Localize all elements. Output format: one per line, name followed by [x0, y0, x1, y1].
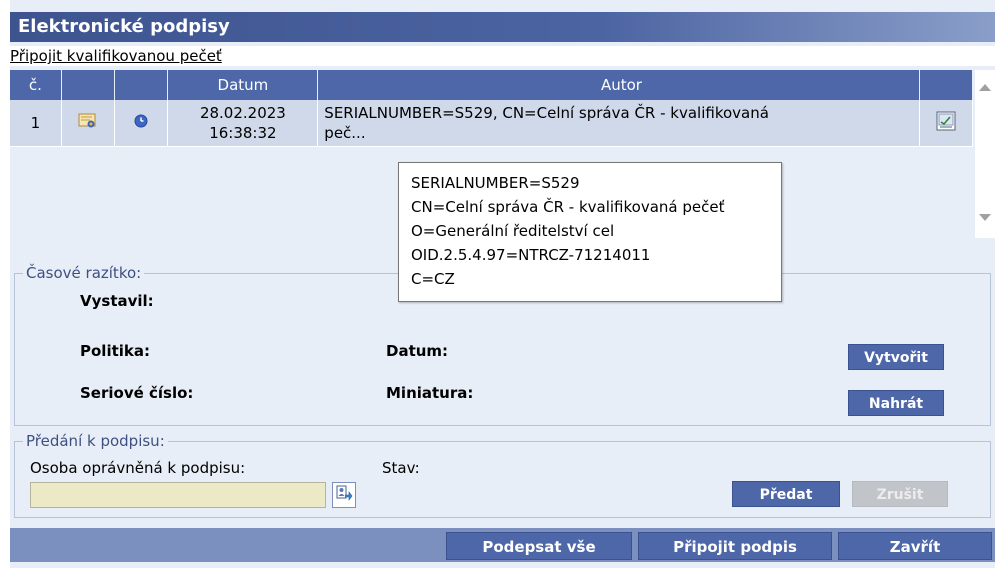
table-header-row: č. Datum Autor [10, 70, 974, 100]
column-header-type [61, 70, 116, 100]
column-header-date[interactable]: Datum [167, 70, 319, 100]
footer-bar: Podepsat vše Připojit podpis Zavřít [10, 528, 995, 562]
column-header-timestamp [114, 70, 169, 100]
row-date-day: 28.02.2023 [199, 103, 286, 122]
table-scrollbar[interactable] [975, 70, 995, 238]
upload-button[interactable]: Nahrát [848, 390, 944, 416]
timestamp-legend: Časové razítko: [26, 264, 142, 282]
row-author-line2: peč... [324, 123, 366, 142]
column-header-action [919, 70, 974, 100]
tooltip-line: O=Generální ředitelství cel [411, 222, 615, 240]
author-tooltip: SERIALNUMBER=S529 CN=Celní správa ČR - k… [398, 162, 782, 302]
create-button[interactable]: Vytvořit [848, 344, 944, 370]
submit-button[interactable]: Předat [732, 481, 840, 507]
row-author: SERIALNUMBER=S529, CN=Celní správa ČR - … [317, 100, 920, 147]
row-date: 28.02.2023 16:38:32 [167, 100, 319, 147]
signatures-window: Elektronické podpisy Připojit kvalifikov… [10, 0, 995, 568]
policy-label: Politika: [80, 342, 150, 360]
window-title: Elektronické podpisy [10, 12, 995, 42]
handover-legend: Předání k podpisu: [26, 432, 165, 450]
row-date-time: 16:38:32 [209, 123, 277, 142]
attach-seal-link[interactable]: Připojit kvalifikovanou pečeť [10, 46, 995, 66]
state-label: Stav: [382, 459, 420, 477]
thumbnail-label: Miniatura: [386, 384, 474, 402]
person-input[interactable] [30, 482, 326, 508]
user-picker-icon [335, 484, 353, 506]
column-header-number[interactable]: č. [10, 70, 62, 100]
tooltip-line: C=CZ [411, 270, 455, 288]
person-label: Osoba oprávněná k podpisu: [30, 459, 246, 477]
row-author-line1: SERIALNUMBER=S529, CN=Celní správa ČR - … [324, 103, 769, 122]
signature-table: č. Datum Autor 1 28.02.2023 16:38:32 SER… [10, 70, 974, 147]
cancel-handover-button[interactable]: Zrušit [852, 481, 948, 507]
column-header-author[interactable]: Autor [317, 70, 920, 100]
sign-all-button[interactable]: Podepsat vše [446, 532, 632, 560]
row-number: 1 [10, 100, 62, 147]
table-row[interactable]: 1 28.02.2023 16:38:32 SERIALNUMBER=S529,… [10, 100, 974, 147]
certificate-icon[interactable] [78, 113, 98, 134]
tooltip-line: SERIALNUMBER=S529 [411, 174, 580, 192]
issued-by-label: Vystavil: [80, 292, 154, 310]
close-button[interactable]: Zavřít [838, 532, 992, 560]
scroll-down-arrow-icon[interactable] [979, 214, 991, 221]
verify-signature-icon[interactable] [936, 111, 956, 135]
scroll-up-arrow-icon[interactable] [979, 84, 991, 91]
clock-icon[interactable] [134, 114, 148, 132]
person-picker-button[interactable] [332, 482, 356, 508]
timestamp-date-label: Datum: [386, 342, 449, 360]
serial-number-label: Seriové číslo: [80, 384, 194, 402]
attach-signature-button[interactable]: Připojit podpis [638, 532, 832, 560]
tooltip-line: OID.2.5.4.97=NTRCZ-71214011 [411, 246, 651, 264]
tooltip-line: CN=Celní správa ČR - kvalifikovaná pečeť [411, 198, 725, 216]
